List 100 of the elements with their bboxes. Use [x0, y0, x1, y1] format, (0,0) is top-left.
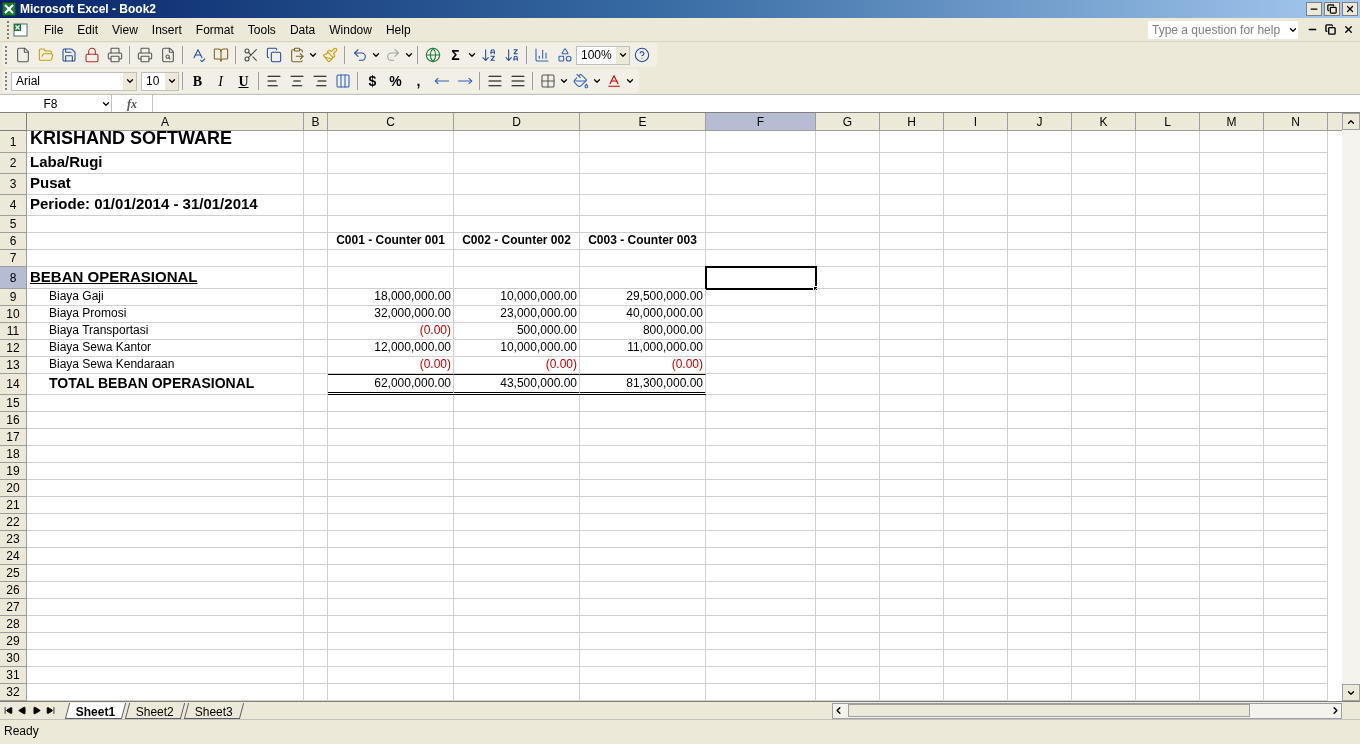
close-button[interactable] [1342, 2, 1358, 16]
row-header[interactable]: 11 [0, 323, 27, 340]
table-cell[interactable]: 500,000.00 [454, 323, 580, 340]
row-header[interactable]: 21 [0, 497, 27, 514]
menu-item[interactable]: Data [282, 18, 323, 41]
table-cell[interactable]: Biaya Sewa Kantor [27, 340, 304, 357]
sheet-tab[interactable]: Sheet3 [184, 702, 245, 719]
row-header[interactable]: 27 [0, 599, 27, 616]
caret-icon[interactable] [467, 50, 477, 60]
bold-button[interactable]: B [186, 70, 209, 92]
table-cell[interactable]: Biaya Transportasi [27, 323, 304, 340]
row-header[interactable]: 16 [0, 412, 27, 429]
menu-item[interactable]: File [37, 18, 71, 41]
caret-icon[interactable] [166, 76, 177, 86]
table-cell[interactable]: KRISHAND SOFTWARE [27, 131, 304, 153]
row-header[interactable]: 23 [0, 531, 27, 548]
name-box[interactable]: F8 [0, 95, 112, 112]
row-header[interactable]: 20 [0, 480, 27, 497]
column-header[interactable]: E [580, 113, 706, 131]
caret-icon[interactable] [592, 76, 602, 86]
table-cell[interactable]: Biaya Promosi [27, 306, 304, 323]
table-cell[interactable]: 10,000,000.00 [454, 340, 580, 357]
table-cell[interactable]: 800,000.00 [580, 323, 706, 340]
comma-button[interactable]: , [407, 70, 430, 92]
vertical-scrollbar[interactable] [1342, 113, 1360, 701]
table-cell[interactable]: 12,000,000.00 [328, 340, 454, 357]
table-cell[interactable]: (0.00) [328, 323, 454, 340]
menu-item[interactable]: View [105, 18, 145, 41]
caret-icon[interactable] [124, 76, 135, 86]
menu-item[interactable]: Tools [240, 18, 283, 41]
function-label[interactable]: fx [112, 94, 152, 113]
row-header[interactable]: 4 [0, 195, 27, 216]
column-header[interactable]: C [328, 113, 454, 131]
sheet-tab[interactable]: Sheet1 [64, 702, 127, 719]
table-cell[interactable]: 11,000,000.00 [580, 340, 706, 357]
table-cell[interactable]: (0.00) [580, 357, 706, 374]
active-cell[interactable] [706, 267, 816, 289]
caret-icon[interactable] [308, 50, 318, 60]
table-cell[interactable]: (0.00) [328, 357, 454, 374]
column-header[interactable]: J [1008, 113, 1072, 131]
table-cell[interactable]: 32,000,000.00 [328, 306, 454, 323]
table-cell[interactable]: 10,000,000.00 [454, 289, 580, 306]
menu-item[interactable]: Window [322, 18, 379, 41]
row-header[interactable]: 25 [0, 565, 27, 582]
caret-icon[interactable] [559, 76, 569, 86]
row-header[interactable]: 12 [0, 340, 27, 357]
previous-sheet-icon[interactable] [18, 706, 27, 715]
row-header[interactable]: 29 [0, 633, 27, 650]
column-header[interactable]: L [1136, 113, 1200, 131]
row-header[interactable]: 22 [0, 514, 27, 531]
caret-icon[interactable] [625, 76, 635, 86]
help-search-field[interactable]: Type a question for help [1148, 20, 1298, 39]
sheet-tab[interactable]: Sheet2 [125, 702, 186, 719]
underline-button[interactable]: U [232, 70, 255, 92]
select-all-corner[interactable] [0, 113, 27, 131]
row-header[interactable]: 26 [0, 582, 27, 599]
row-header[interactable]: 2 [0, 153, 27, 174]
column-header[interactable]: M [1200, 113, 1264, 131]
row-header[interactable]: 31 [0, 667, 27, 684]
table-cell[interactable]: C002 - Counter 002 [454, 233, 580, 250]
first-sheet-icon[interactable] [4, 706, 13, 715]
menu-item[interactable]: Help [378, 18, 418, 41]
table-cell[interactable]: Laba/Rugi [27, 153, 304, 174]
table-cell[interactable]: Biaya Sewa Kendaraan [27, 357, 304, 374]
row-header[interactable]: 19 [0, 463, 27, 480]
row-header[interactable]: 1 [0, 131, 27, 153]
column-header[interactable]: B [304, 113, 328, 131]
column-header[interactable]: D [454, 113, 580, 131]
font-size-combo[interactable]: 10 [141, 71, 179, 91]
table-cell[interactable]: 18,000,000.00 [328, 289, 454, 306]
menu-item[interactable]: Format [188, 18, 241, 41]
row-header[interactable]: 8 [0, 267, 27, 289]
row-header[interactable]: 6 [0, 233, 27, 250]
table-cell[interactable]: BEBAN OPERASIONAL [27, 267, 304, 289]
caret-icon[interactable] [371, 50, 381, 60]
restore-button[interactable] [1322, 22, 1338, 37]
table-cell[interactable]: C003 - Counter 003 [580, 233, 706, 250]
row-header[interactable]: 18 [0, 446, 27, 463]
restore-button[interactable] [1324, 2, 1340, 16]
percent-button[interactable]: % [384, 70, 407, 92]
column-header[interactable]: G [816, 113, 880, 131]
minimize-button[interactable] [1306, 2, 1322, 16]
row-header[interactable]: 30 [0, 650, 27, 667]
font-combo[interactable]: Arial [11, 71, 137, 91]
column-header[interactable]: H [880, 113, 944, 131]
column-header[interactable]: A [27, 113, 304, 131]
column-header[interactable]: K [1072, 113, 1136, 131]
column-header[interactable]: I [944, 113, 1008, 131]
row-header[interactable]: 14 [0, 374, 27, 395]
table-cell[interactable]: 23,000,000.00 [454, 306, 580, 323]
row-header[interactable]: 32 [0, 684, 27, 701]
table-cell[interactable]: 43,500,000.00 [454, 374, 580, 395]
currency-button[interactable]: $ [361, 70, 384, 92]
table-cell[interactable]: Biaya Gaji [27, 289, 304, 306]
row-header[interactable]: 17 [0, 429, 27, 446]
row-header[interactable]: 3 [0, 174, 27, 195]
column-header[interactable]: N [1264, 113, 1328, 131]
horizontal-scrollbar[interactable] [832, 702, 1342, 719]
table-cell[interactable]: 81,300,000.00 [580, 374, 706, 395]
last-sheet-icon[interactable] [46, 706, 55, 715]
